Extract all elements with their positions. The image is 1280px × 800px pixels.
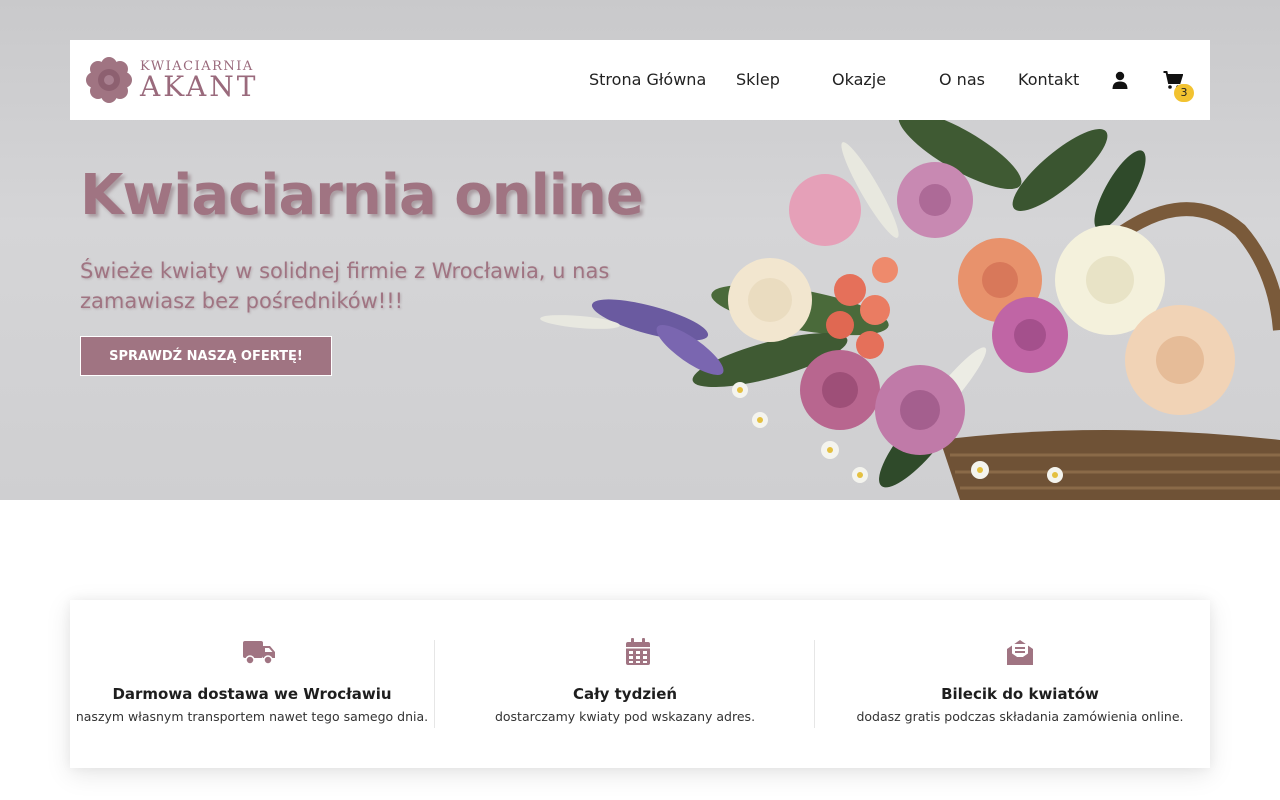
features-panel: Darmowa dostawa we Wrocławiu naszym włas… <box>70 600 1210 768</box>
hero-subtitle: Świeże kwiaty w solidnej firmie z Wrocła… <box>80 259 610 313</box>
feature-title: Cały tydzień <box>572 685 678 703</box>
feature-card: Bilecik do kwiatów dodasz gratis podczas… <box>815 600 1225 768</box>
feature-description: dodasz gratis podczas składania zamówien… <box>856 709 1184 724</box>
nav-link-about[interactable]: O nas <box>939 70 985 89</box>
hero-title: Kwiaciarnia online <box>80 163 644 228</box>
feature-title: Bilecik do kwiatów <box>941 685 1099 703</box>
calendar-icon <box>626 638 650 665</box>
logo[interactable]: KWIACIARNIA AKANT <box>84 54 274 106</box>
flower-logo-icon <box>86 57 132 103</box>
envelope-icon <box>1007 640 1033 665</box>
cart-count-badge: 3 <box>1174 84 1194 102</box>
nav-link-contact[interactable]: Kontakt <box>1018 70 1079 89</box>
nav-link-home[interactable]: Strona Główna <box>589 70 706 89</box>
feature-delivery: Darmowa dostawa we Wrocławiu naszym włas… <box>70 600 434 768</box>
main-navbar: KWIACIARNIA AKANT Strona Główna Sklep Ok… <box>70 40 1210 120</box>
flower-basket-image <box>540 110 1280 500</box>
user-icon[interactable] <box>1110 70 1130 90</box>
nav-link-shop[interactable]: Sklep <box>736 70 780 89</box>
check-offer-button[interactable]: SPRAWDŹ NASZĄ OFERTĘ! <box>80 336 332 376</box>
nav-link-occasions[interactable]: Okazje <box>832 70 886 89</box>
logo-text: KWIACIARNIA AKANT <box>140 60 258 101</box>
truck-icon <box>243 641 275 665</box>
logo-name-bottom: AKANT <box>140 69 259 103</box>
feature-all-week: Cały tydzień dostarczamy kwiaty pod wska… <box>435 600 815 768</box>
feature-description: dostarczamy kwiaty pod wskazany adres. <box>494 709 756 724</box>
feature-description: naszym własnym transportem nawet tego sa… <box>75 709 429 724</box>
feature-title: Darmowa dostawa we Wrocławiu <box>112 685 392 703</box>
